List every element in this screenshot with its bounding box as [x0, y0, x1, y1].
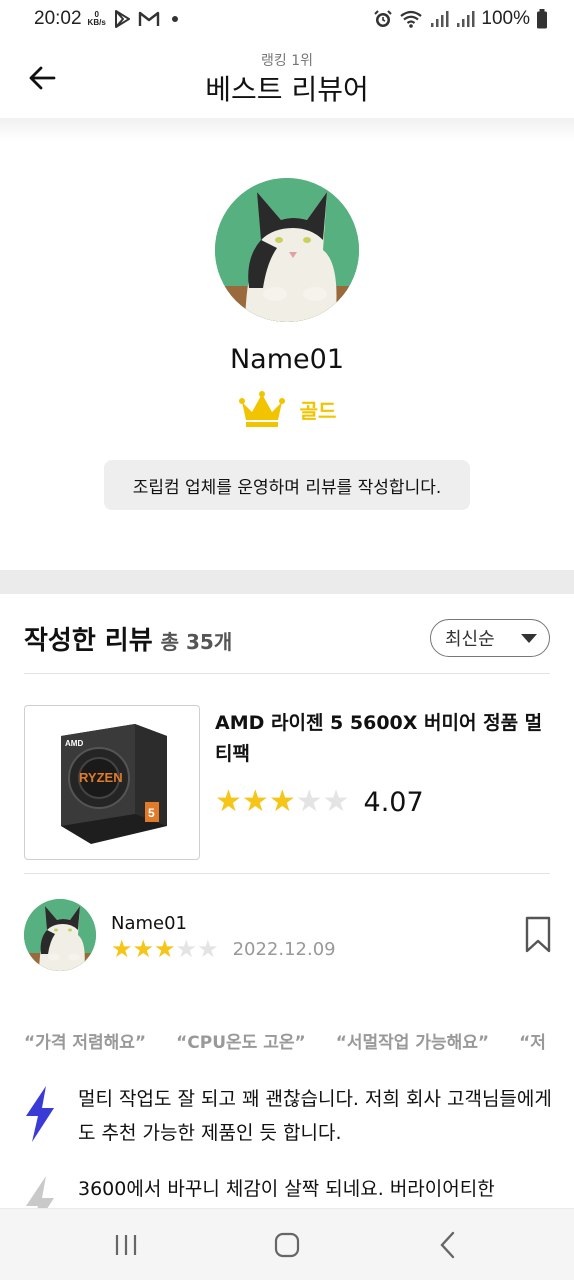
ryzen-logo-text: RYZEN: [79, 770, 123, 785]
sort-selected: 최신순: [445, 629, 495, 650]
lightning-gray-icon: [26, 1176, 54, 1208]
recents-icon: [115, 1235, 137, 1255]
status-bar: 20:02 0 KB/s 100%: [0, 0, 574, 38]
home-button[interactable]: [267, 1229, 307, 1261]
review-stars: ★ ★ ★ ★ ★: [111, 936, 219, 962]
review-date: 2022.12.09: [232, 938, 336, 960]
network-speed: 0 KB/s: [88, 11, 106, 27]
star-empty-icon: ★: [175, 935, 198, 963]
review-point-text: 3600에서 바꾸니 체감이 살짝 되네요. 버라이어티한: [78, 1178, 495, 1200]
cat-photo: [24, 899, 96, 971]
star-filled-icon: ★: [111, 935, 133, 963]
caret-down-icon: [521, 634, 537, 643]
product-image[interactable]: RYZEN AMD 5: [24, 705, 200, 860]
bookmark-icon: [525, 916, 551, 953]
keyword-chip[interactable]: “저: [519, 1028, 546, 1053]
keyword-chip[interactable]: “CPU온도 고온”: [176, 1028, 306, 1053]
star-filled-icon: ★: [215, 784, 242, 819]
recent-apps-button[interactable]: [106, 1229, 146, 1261]
rank-row: 골드: [0, 390, 574, 428]
gmail-icon: [138, 11, 159, 26]
bio-box: 조립컴 업체를 운영하며 리뷰를 작성합니다.: [104, 460, 470, 510]
wifi-icon: [400, 10, 423, 28]
star-filled-icon: ★: [241, 784, 269, 819]
keyword-list: “가격 저렴해요” “CPU온도 고온” “서멀작업 가능해요” “저: [24, 1028, 546, 1053]
cpu-box-image: RYZEN AMD 5: [61, 724, 167, 844]
reviews-title: 작성한 리뷰: [24, 626, 153, 656]
status-time: 20:02: [34, 8, 82, 29]
reviews-heading: 작성한 리뷰 총 35개: [24, 620, 232, 657]
home-icon: [274, 1232, 300, 1258]
star-empty-icon: ★: [322, 784, 350, 819]
play-store-icon: [114, 10, 130, 28]
rank-label: 골드: [299, 398, 337, 423]
product-rating: ★ ★ ★ ★ ★ 4.07: [215, 786, 424, 818]
reviewer-name[interactable]: Name01: [111, 913, 187, 934]
status-right: 100%: [373, 8, 548, 30]
status-left: 20:02 0 KB/s: [34, 8, 178, 30]
star-filled-icon: ★: [154, 935, 176, 963]
review-point: 3600에서 바꾸니 체감이 살짝 되네요. 버라이어티한: [24, 1172, 554, 1208]
product-stars: ★ ★ ★ ★ ★: [215, 786, 350, 818]
divider: [24, 673, 550, 674]
star-filled-icon: ★: [132, 935, 155, 963]
crown-icon: [238, 391, 285, 427]
bookmark-button[interactable]: [524, 916, 552, 954]
product-name[interactable]: AMD 라이젠 5 5600X 버미어 정품 멀티팩: [215, 708, 545, 770]
section-divider: [0, 570, 574, 594]
star-empty-icon: ★: [197, 935, 219, 963]
network-speed-unit: KB/s: [87, 18, 106, 27]
divider: [24, 873, 550, 874]
back-nav-button[interactable]: [428, 1229, 468, 1261]
battery-icon: [537, 9, 547, 29]
sort-dropdown[interactable]: 최신순: [430, 619, 550, 657]
battery-percent: 100%: [481, 8, 530, 29]
page-subtitle: 랭킹 1위: [261, 53, 313, 69]
review-point: 멀티 작업도 잘 되고 꽤 괜찮습니다. 저희 회사 고객님들에게도 추천 가능…: [24, 1082, 554, 1152]
bio-text: 조립컴 업체를 운영하며 리뷰를 작성합니다.: [132, 477, 442, 498]
system-nav-bar: [0, 1208, 574, 1280]
reviewer-avatar[interactable]: [24, 899, 96, 971]
rating-value: 4.07: [363, 786, 424, 818]
keywords-scroller[interactable]: “가격 저렴해요” “CPU온도 고온” “서멀작업 가능해요” “저: [0, 1020, 574, 1060]
amd-logo-text: AMD: [65, 739, 83, 748]
page-title: 베스트 리뷰어: [205, 73, 369, 106]
alarm-icon: [374, 10, 393, 27]
reviews-count: 총 35개: [160, 630, 233, 654]
star-filled-icon: ★: [268, 784, 296, 819]
keyword-chip[interactable]: “서멀작업 가능해요”: [336, 1028, 489, 1053]
star-empty-icon: ★: [295, 784, 323, 819]
cat-photo: [215, 178, 359, 322]
signal-icon: [431, 11, 449, 27]
notification-dot-icon: [171, 16, 178, 22]
chevron-left-icon: [440, 1231, 455, 1259]
header-shadow: [0, 118, 574, 142]
review-point-text: 멀티 작업도 잘 되고 꽤 괜찮습니다. 저희 회사 고객님들에게도 추천 가능…: [78, 1088, 552, 1144]
ryzen-number-text: 5: [148, 806, 155, 820]
profile-name: Name01: [229, 344, 344, 375]
profile-avatar: [215, 178, 359, 322]
header: 랭킹 1위 베스트 리뷰어: [0, 38, 574, 118]
signal-2-icon: [457, 11, 475, 27]
lightning-icon: [26, 1086, 54, 1142]
keyword-chip[interactable]: “가격 저렴해요”: [24, 1028, 146, 1053]
reviewer-rating: ★ ★ ★ ★ ★ 2022.12.09: [111, 936, 336, 962]
